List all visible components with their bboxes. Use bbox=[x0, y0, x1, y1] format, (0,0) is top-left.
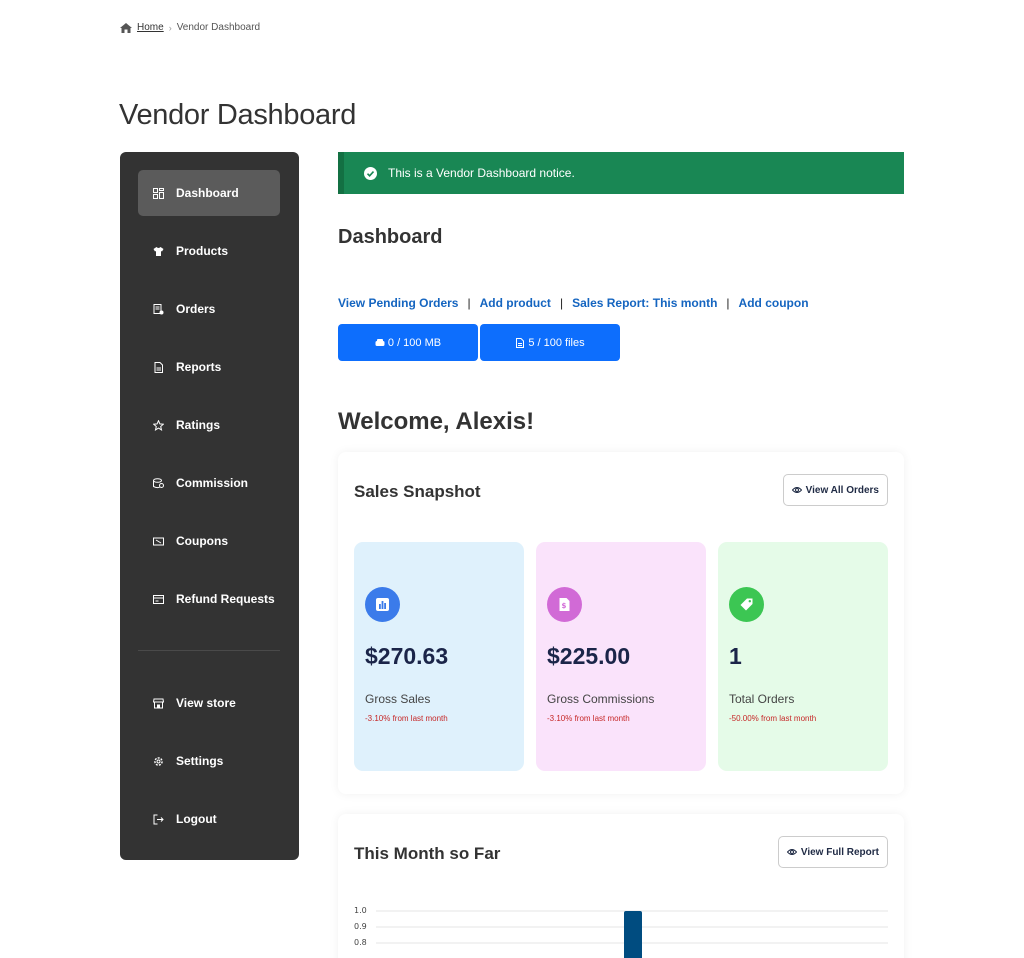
bar-chart-icon bbox=[365, 587, 400, 622]
gross-sales-value: $270.63 bbox=[365, 643, 449, 669]
sidebar-item-coupons[interactable]: Coupons bbox=[138, 518, 280, 564]
refund-icon bbox=[153, 594, 164, 605]
sidebar-item-label: Settings bbox=[176, 754, 224, 768]
file-icon bbox=[516, 337, 525, 348]
add-coupon-link[interactable]: Add coupon bbox=[739, 296, 809, 310]
breadcrumb-home-link[interactable]: Home bbox=[137, 22, 164, 33]
welcome-heading: Welcome, Alexis! bbox=[338, 408, 535, 435]
report-icon bbox=[153, 361, 164, 373]
eye-icon bbox=[791, 487, 802, 493]
sidebar-item-label: Commission bbox=[176, 476, 249, 490]
link-separator: | bbox=[559, 296, 564, 310]
sidebar-item-reports[interactable]: Reports bbox=[138, 344, 280, 390]
home-icon bbox=[120, 22, 132, 33]
gross-sales-card: $270.63 Gross Sales -3.10% from last mon… bbox=[354, 542, 524, 771]
commission-icon bbox=[153, 477, 164, 489]
total-orders-change: -50.00% from last month bbox=[729, 714, 817, 723]
sidebar-item-products[interactable]: Products bbox=[138, 228, 280, 274]
sidebar-item-orders[interactable]: Orders bbox=[138, 286, 280, 332]
view-all-orders-button[interactable]: View All Orders bbox=[782, 474, 888, 506]
page-title: Vendor Dashboard bbox=[119, 99, 357, 131]
sidebar-item-logout[interactable]: Logout bbox=[138, 796, 280, 842]
sales-snapshot-title: Sales Snapshot bbox=[354, 482, 481, 501]
sidebar-item-label: Ratings bbox=[176, 418, 221, 432]
sidebar-item-dashboard[interactable]: Dashboard bbox=[138, 170, 280, 216]
orders-icon bbox=[153, 303, 164, 315]
sidebar-item-label: View store bbox=[176, 696, 236, 710]
sidebar-item-label: Reports bbox=[176, 360, 222, 374]
gross-sales-change: -3.10% from last month bbox=[365, 714, 448, 723]
gross-commissions-change: -3.10% from last month bbox=[547, 714, 630, 723]
notice-banner: This is a Vendor Dashboard notice. bbox=[338, 152, 904, 194]
sidebar-item-label: Logout bbox=[176, 812, 217, 826]
month-report-title: This Month so Far bbox=[354, 844, 501, 863]
star-icon bbox=[153, 419, 164, 431]
breadcrumb-current: Vendor Dashboard bbox=[176, 22, 261, 33]
sidebar-item-commission[interactable]: Commission bbox=[138, 460, 280, 506]
storage-quota-label: 0 / 100 MB bbox=[387, 336, 442, 349]
view-all-orders-label: View All Orders bbox=[805, 484, 879, 496]
database-icon bbox=[375, 338, 385, 346]
month-report-card: This Month so Far View Full Report 1.0 0… bbox=[338, 814, 904, 958]
view-pending-orders-link[interactable]: View Pending Orders bbox=[338, 296, 458, 310]
dashboard-icon bbox=[153, 187, 164, 199]
breadcrumb: Home › Vendor Dashboard bbox=[120, 22, 260, 33]
sidebar-item-label: Refund Requests bbox=[176, 592, 275, 606]
sidebar-item-label: Coupons bbox=[176, 534, 228, 548]
sidebar-divider bbox=[138, 650, 280, 651]
sidebar-item-ratings[interactable]: Ratings bbox=[138, 402, 280, 448]
logout-icon bbox=[153, 814, 164, 825]
svg-text:$: $ bbox=[562, 602, 567, 610]
link-separator: | bbox=[467, 296, 471, 310]
gross-commissions-value: $225.00 bbox=[547, 643, 631, 669]
view-full-report-button[interactable]: View Full Report bbox=[777, 836, 888, 868]
add-product-link[interactable]: Add product bbox=[480, 296, 551, 310]
notice-text: This is a Vendor Dashboard notice. bbox=[388, 166, 575, 180]
sidebar-item-label: Orders bbox=[176, 302, 216, 316]
month-chart: 1.0 0.9 0.8 bbox=[354, 902, 888, 958]
total-orders-value: 1 bbox=[729, 643, 742, 669]
month-chart-svg bbox=[376, 910, 888, 958]
total-orders-card: 1 Total Orders -50.00% from last month bbox=[718, 542, 888, 771]
breadcrumb-separator: › bbox=[168, 22, 172, 33]
quick-links: View Pending Orders | Add product | Sale… bbox=[338, 296, 809, 310]
tag-icon bbox=[729, 587, 764, 622]
store-icon bbox=[153, 698, 164, 709]
sidebar: Dashboard Products Orders Reports Rating… bbox=[120, 152, 299, 860]
coupon-icon bbox=[153, 536, 164, 547]
dashboard-title: Dashboard bbox=[338, 226, 443, 248]
check-circle-icon bbox=[364, 166, 377, 180]
document-icon: $ bbox=[547, 587, 582, 622]
sidebar-item-label: Dashboard bbox=[176, 186, 239, 200]
storage-quota-button[interactable]: 0 / 100 MB bbox=[338, 324, 478, 361]
link-separator: | bbox=[726, 296, 730, 310]
file-quota-label: 5 / 100 files bbox=[528, 336, 585, 349]
eye-icon bbox=[786, 849, 797, 855]
gear-icon bbox=[153, 756, 164, 767]
gross-commissions-label: Gross Commissions bbox=[547, 692, 655, 706]
sidebar-item-settings[interactable]: Settings bbox=[138, 738, 280, 784]
chart-bar bbox=[624, 911, 642, 958]
file-quota-button[interactable]: 5 / 100 files bbox=[480, 324, 620, 361]
gross-commissions-card: $ $225.00 Gross Commissions -3.10% from … bbox=[536, 542, 706, 771]
sidebar-item-refund-requests[interactable]: Refund Requests bbox=[138, 576, 280, 622]
sidebar-item-view-store[interactable]: View store bbox=[138, 680, 280, 726]
gross-sales-label: Gross Sales bbox=[365, 692, 431, 706]
sidebar-item-label: Products bbox=[176, 244, 229, 258]
sales-snapshot-card: Sales Snapshot View All Orders $270.63 G… bbox=[338, 452, 904, 794]
sales-report-link[interactable]: Sales Report: This month bbox=[572, 296, 717, 310]
view-full-report-label: View Full Report bbox=[800, 846, 879, 858]
tshirt-icon bbox=[153, 246, 164, 257]
total-orders-label: Total Orders bbox=[729, 692, 795, 706]
